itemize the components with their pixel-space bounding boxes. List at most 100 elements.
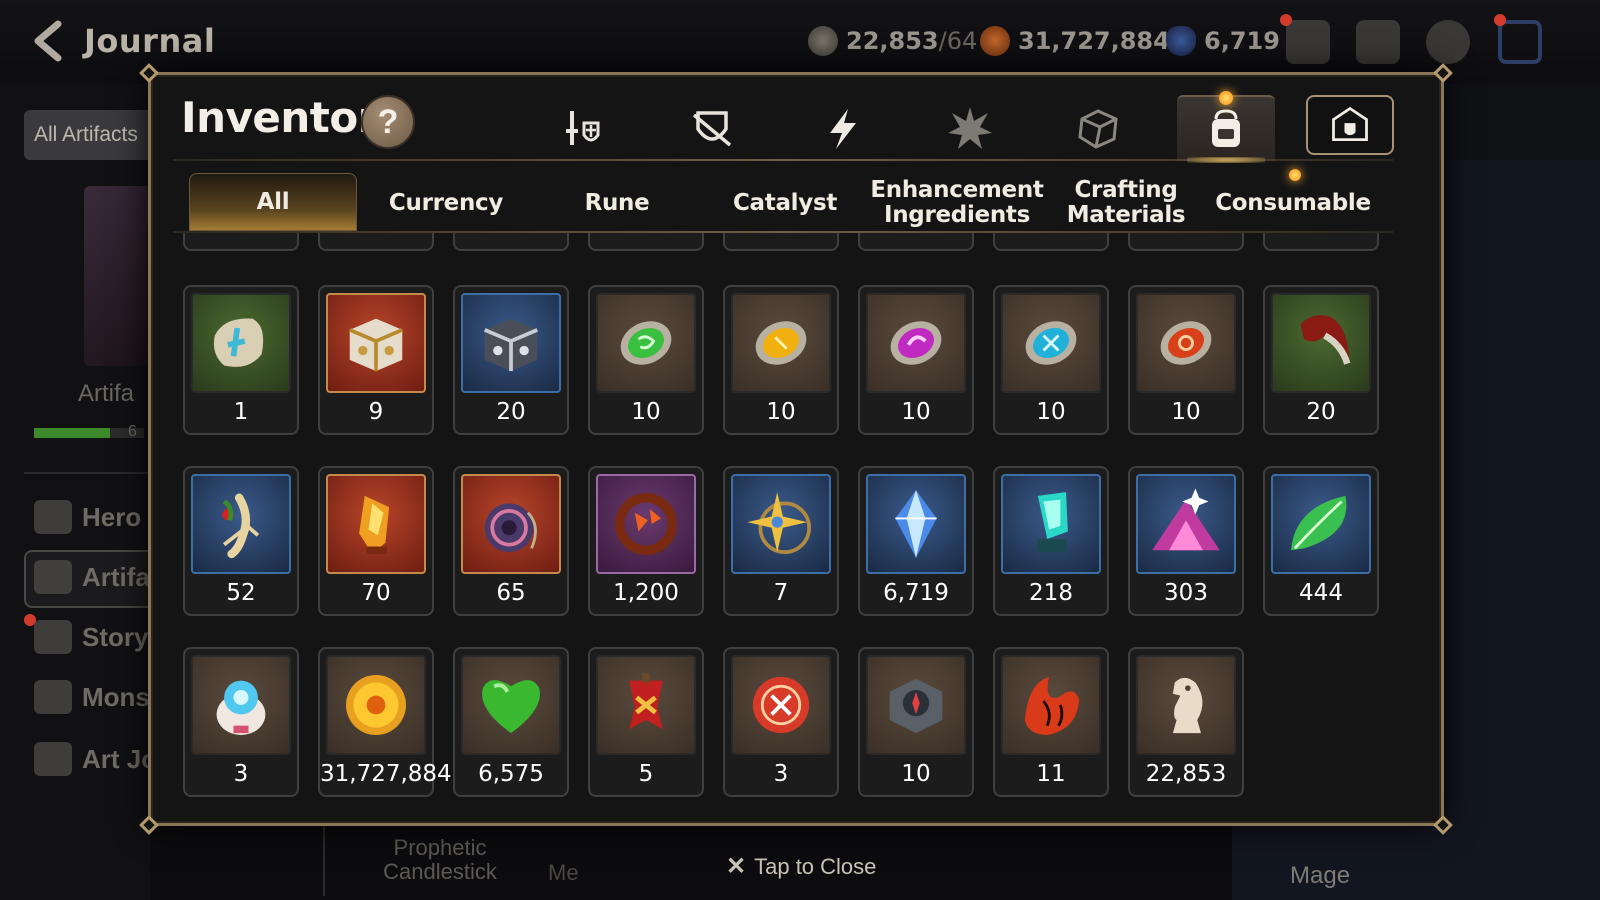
menu-item-hero[interactable]: Hero — [34, 500, 141, 534]
tab-unequipped[interactable] — [663, 97, 761, 161]
tab-cube[interactable] — [1049, 97, 1147, 161]
inventory-modal: Inventory ? All Currency Rune Catalyst E… — [139, 63, 1453, 835]
gold-coin-icon — [346, 675, 406, 735]
item-grid[interactable]: 1 9 20 10 10 10 10 10 20 52 70 65 1,200 7 6,719 218 303 4… — [173, 233, 1393, 803]
green-leaf-icon — [1271, 474, 1371, 574]
tab-rune[interactable]: Rune — [535, 175, 699, 231]
inventory-slot[interactable]: 10 — [723, 285, 839, 435]
item-quantity: 9 — [368, 399, 384, 425]
sword-shield-icon — [566, 111, 600, 145]
hero-icon — [34, 500, 72, 534]
shield-slash-icon — [692, 111, 732, 147]
horse-token-icon — [808, 26, 838, 56]
inventory-slot[interactable]: 1 — [183, 285, 299, 435]
treasure-box-gold-icon — [349, 318, 403, 372]
close-hint[interactable]: ✕ Tap to Close — [726, 852, 876, 881]
inventory-slot[interactable]: 6,719 — [858, 466, 974, 616]
inventory-slot[interactable]: 20 — [453, 285, 569, 435]
inventory-slot[interactable]: 22,853 — [1128, 647, 1244, 797]
tab-equipment[interactable] — [535, 97, 633, 161]
tab-all[interactable]: All — [189, 173, 357, 231]
inventory-slot[interactable]: 10 — [1128, 285, 1244, 435]
item-quantity: 7 — [773, 580, 789, 606]
inventory-slot[interactable]: 9 — [318, 285, 434, 435]
banner-icon — [596, 655, 696, 755]
gem-pile-icon — [1136, 474, 1236, 574]
inventory-slot[interactable]: 70 — [318, 466, 434, 616]
inventory-slot[interactable]: 303 — [1128, 466, 1244, 616]
banner-icon — [629, 673, 663, 730]
storage-button[interactable] — [1306, 95, 1394, 155]
inventory-slot[interactable]: 218 — [993, 466, 1109, 616]
item-quantity: 444 — [1299, 580, 1343, 606]
gold-coin-icon — [326, 655, 426, 755]
item-quantity: 10 — [631, 399, 661, 425]
item-quantity: 3 — [773, 761, 789, 787]
item-quantity: 218 — [1029, 580, 1073, 606]
crystal-counter[interactable]: 6,719 — [1166, 24, 1280, 58]
war-seal-icon — [752, 676, 810, 734]
inventory-slot[interactable]: 3 — [723, 647, 839, 797]
treasure-box-gold-icon — [326, 293, 426, 393]
divider — [323, 826, 325, 896]
inventory-slot[interactable]: 65 — [453, 466, 569, 616]
horse-token-counter[interactable]: 22,853/64 — [808, 24, 977, 58]
pendant-icon — [461, 474, 561, 574]
sky-crystal-icon — [895, 490, 937, 558]
menu-item-monster[interactable]: Mons — [34, 680, 150, 714]
tab-enhancement-ingredients[interactable]: Enhancement Ingredients — [869, 175, 1045, 231]
yellow-rune-icon — [731, 293, 831, 393]
inventory-slot[interactable]: 444 — [1263, 466, 1379, 616]
gold-counter[interactable]: 31,727,884 — [980, 24, 1170, 58]
artifact-name-2: Me — [548, 860, 579, 885]
artifact-filter[interactable]: All Artifacts — [24, 110, 164, 160]
team-icon[interactable] — [1286, 20, 1330, 64]
inventory-slot[interactable]: 5 — [588, 647, 704, 797]
item-quantity: 65 — [496, 580, 526, 606]
tab-currency[interactable]: Currency — [361, 175, 531, 231]
inventory-slot[interactable]: 52 — [183, 466, 299, 616]
item-quantity: 10 — [766, 399, 796, 425]
chat-icon[interactable] — [1426, 20, 1470, 64]
item-quantity: 70 — [361, 580, 391, 606]
menu-grid-icon[interactable] — [1498, 20, 1542, 64]
tab-crafting-materials[interactable]: Crafting Materials — [1047, 175, 1205, 231]
horse-token-icon — [1136, 655, 1236, 755]
gold-coin-icon — [980, 26, 1010, 56]
progress-fill — [34, 428, 110, 438]
tab-consumable[interactable]: Consumable — [1209, 175, 1377, 231]
menu-item-story[interactable]: Story — [34, 620, 148, 654]
menu-item-art[interactable]: Art Jo — [34, 742, 157, 776]
treasure-box-silver-icon — [461, 293, 561, 393]
back-arrow-icon[interactable] — [26, 18, 72, 64]
tab-divider — [173, 159, 1393, 161]
tab-catalyst[interactable]: Catalyst — [703, 175, 867, 231]
inventory-slot[interactable]: 20 — [1263, 285, 1379, 435]
crystal-value: 6,719 — [1204, 27, 1280, 55]
item-quantity: 10 — [901, 399, 931, 425]
tab-artifact[interactable] — [793, 97, 891, 161]
inventory-slot[interactable]: 3 — [183, 647, 299, 797]
inventory-slot[interactable]: 10 — [993, 285, 1109, 435]
artifact-card[interactable] — [84, 186, 154, 366]
teal-crystal-icon — [1037, 492, 1068, 553]
menu-item-artifact[interactable]: Artifa — [34, 560, 150, 594]
flame-leaf-icon — [1024, 676, 1080, 735]
help-button[interactable]: ? — [361, 95, 415, 149]
palette-icon — [34, 742, 72, 776]
inventory-slot[interactable]: 31,727,884 — [318, 647, 452, 797]
tab-hero-material[interactable] — [921, 97, 1019, 161]
inventory-slot[interactable]: 1,200 — [588, 466, 704, 616]
sky-crystal-icon — [866, 474, 966, 574]
inventory-slot[interactable]: 11 — [993, 647, 1109, 797]
inventory-slot[interactable]: 10 — [588, 285, 704, 435]
rune-stone-icon — [191, 293, 291, 393]
inventory-slot[interactable]: 10 — [858, 285, 974, 435]
inventory-slot[interactable]: 10 — [858, 647, 974, 797]
inventory-slot[interactable]: 6,575 — [453, 647, 569, 797]
item-quantity: 52 — [226, 580, 256, 606]
mail-icon[interactable] — [1356, 20, 1400, 64]
compass-stone-icon — [866, 655, 966, 755]
inventory-slot[interactable]: 7 — [723, 466, 839, 616]
close-icon: ✕ — [726, 853, 747, 880]
